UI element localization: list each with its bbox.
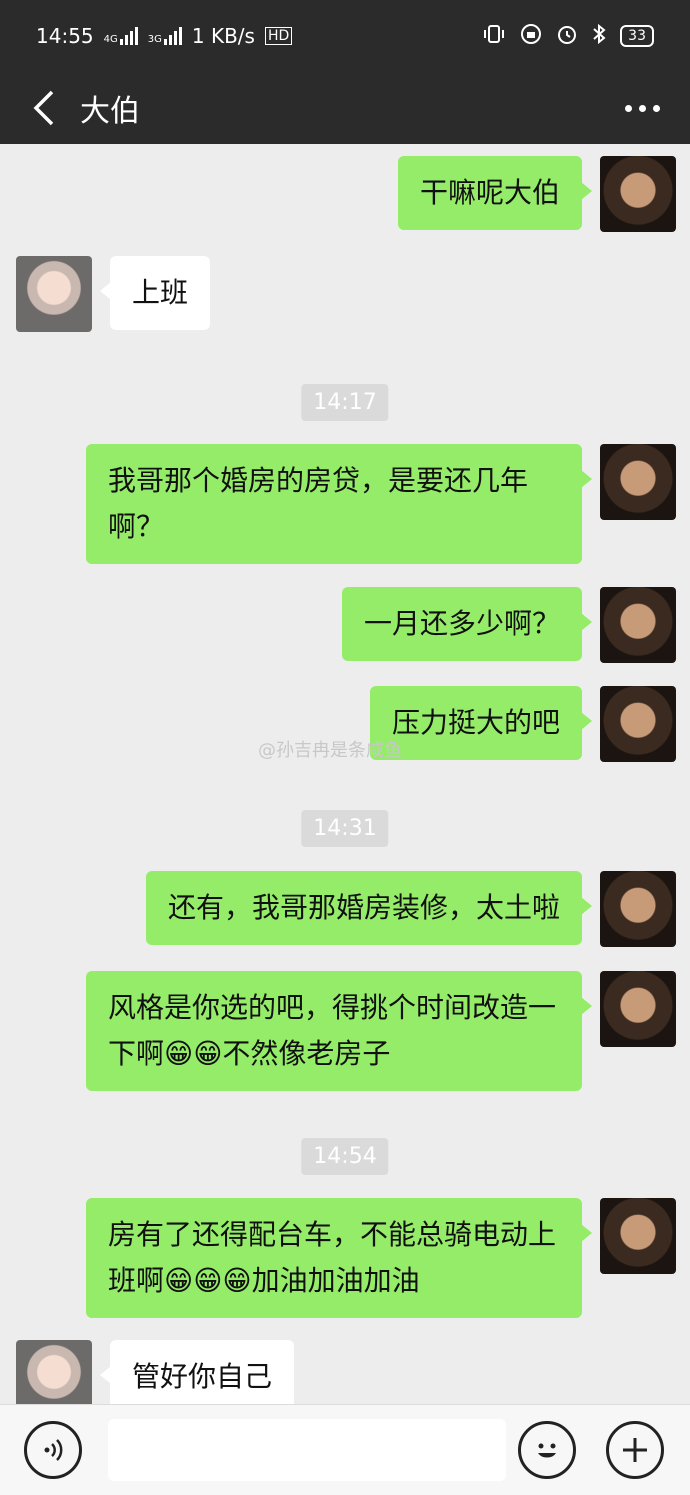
hd-icon: HD — [264, 27, 293, 45]
message-bubble[interactable]: 还有，我哥那婚房装修，太土啦 — [145, 871, 593, 945]
timestamp: 14:54 — [301, 1138, 389, 1175]
vibrate-icon — [482, 23, 506, 50]
network-speed: 1 KB/s — [191, 24, 255, 48]
lock-rotation-icon — [520, 23, 542, 50]
avatar[interactable] — [600, 444, 676, 520]
status-bar: 14:55 4G 3G 1 KB/s HD 33 — [0, 0, 690, 72]
message-bubble[interactable]: 房有了还得配台车，不能总骑电动上班啊😁😁😁加油加油加油 — [86, 1198, 592, 1318]
timestamp: 14:17 — [301, 384, 389, 421]
message-input[interactable] — [108, 1419, 506, 1481]
status-time: 14:55 — [36, 24, 94, 48]
more-options-icon[interactable] — [625, 104, 660, 112]
timestamp: 14:31 — [301, 810, 389, 847]
chat-area[interactable]: 干嘛呢大伯 上班 14:17 我哥那个婚房的房贷，是要还几年啊？ 一月还多少啊？… — [0, 144, 690, 1416]
watermark-text: @孙吉冉是条咸鱼 — [258, 740, 402, 761]
message-bubble[interactable]: 一月还多少啊？ — [341, 587, 593, 661]
message-sent: 风格是你选的吧，得挑个时间改造一下啊😁😁不然像老房子 — [86, 971, 676, 1091]
battery-icon: 33 — [620, 25, 654, 47]
message-bubble[interactable]: 管好你自己 — [99, 1340, 295, 1414]
avatar[interactable] — [600, 971, 676, 1047]
emoji-icon[interactable] — [518, 1421, 576, 1479]
net-4g-label: 4G — [103, 34, 118, 45]
message-bubble[interactable]: 风格是你选的吧，得挑个时间改造一下啊😁😁不然像老房子 — [86, 971, 592, 1091]
message-sent: 房有了还得配台车，不能总骑电动上班啊😁😁😁加油加油加油 — [86, 1198, 676, 1318]
message-sent: 一月还多少啊？ — [341, 587, 676, 663]
message-bubble[interactable]: 我哥那个婚房的房贷，是要还几年啊？ — [86, 444, 592, 564]
message-sent: 干嘛呢大伯 — [397, 156, 676, 232]
message-sent: 压力挺大的吧 — [369, 686, 676, 762]
chat-header: 大伯 — [0, 72, 690, 144]
alarm-icon — [556, 23, 578, 50]
signal-3g-icon: 3G — [148, 27, 182, 45]
net-3g-label: 3G — [147, 34, 162, 45]
avatar[interactable] — [600, 871, 676, 947]
chat-title: 大伯 — [80, 94, 140, 129]
avatar[interactable] — [16, 256, 92, 332]
input-bar — [0, 1404, 690, 1495]
voice-icon[interactable] — [24, 1421, 82, 1479]
message-sent: 还有，我哥那婚房装修，太土啦 — [145, 871, 676, 947]
plus-icon[interactable] — [606, 1421, 664, 1479]
signal-4g-icon: 4G — [104, 27, 138, 45]
avatar[interactable] — [600, 156, 676, 232]
message-bubble[interactable]: 上班 — [99, 256, 211, 330]
avatar[interactable] — [600, 1198, 676, 1274]
bluetooth-icon — [592, 23, 606, 50]
back-arrow-icon[interactable] — [14, 78, 74, 138]
avatar[interactable] — [600, 587, 676, 663]
avatar[interactable] — [600, 686, 676, 762]
message-bubble[interactable]: 干嘛呢大伯 — [397, 156, 593, 230]
message-received: 上班 — [16, 256, 211, 332]
message-sent: 我哥那个婚房的房贷，是要还几年啊？ — [86, 444, 676, 564]
